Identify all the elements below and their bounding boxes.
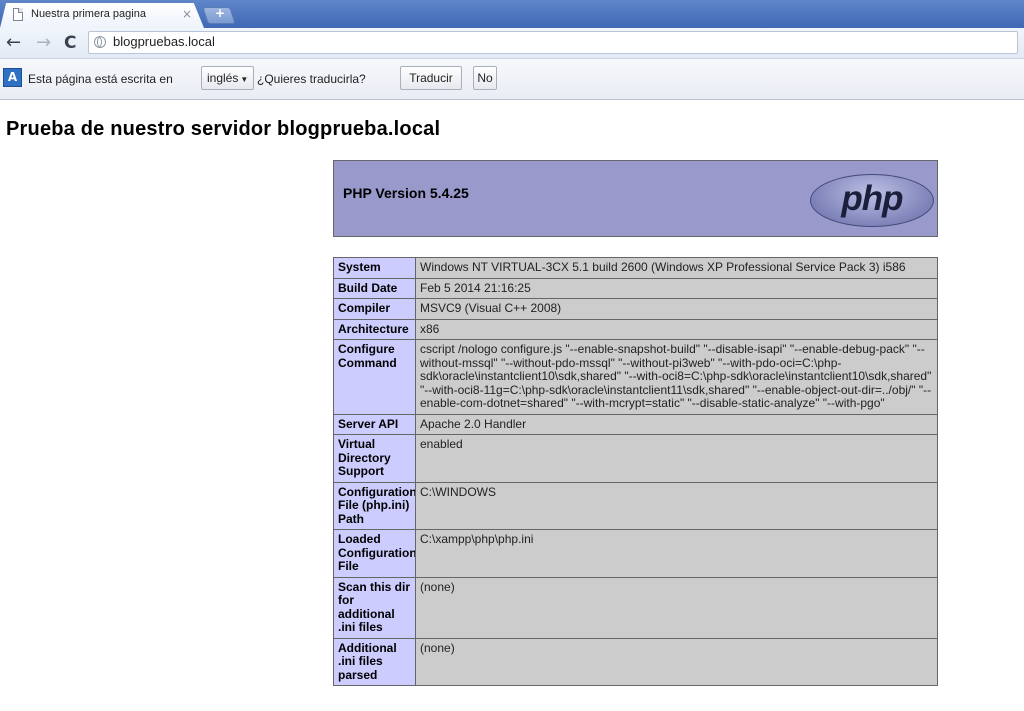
info-row: Additional .ini files parsed (none) — [333, 637, 938, 686]
info-value: (none) — [415, 576, 938, 639]
info-value: (none) — [415, 637, 938, 686]
info-value: Windows NT VIRTUAL-3CX 5.1 build 2600 (W… — [415, 257, 938, 279]
info-row: Build Date Feb 5 2014 21:16:25 — [333, 277, 938, 299]
info-key: Additional .ini files parsed — [333, 637, 416, 686]
info-key: Scan this dir for additional .ini files — [333, 576, 416, 639]
info-key: Configuration File (php.ini) Path — [333, 481, 416, 530]
info-row: Loaded Configuration File C:\xampp\php\ph… — [333, 529, 938, 578]
plus-icon: + — [214, 6, 226, 20]
info-value: Feb 5 2014 21:16:25 — [415, 277, 938, 299]
infobar-message: Esta página está escrita en — [28, 72, 173, 86]
info-key: Virtual Directory Support — [333, 434, 416, 483]
close-icon[interactable]: × — [182, 7, 192, 21]
info-value: C:\xampp\php\php.ini — [415, 529, 938, 578]
page-icon — [13, 8, 23, 21]
php-version-header: PHP Version 5.4.25 php — [333, 160, 938, 237]
info-key: System — [333, 257, 416, 279]
tab-active[interactable]: Nuestra primera pagina × — [0, 3, 204, 28]
tab-title: Nuestra primera pagina — [31, 8, 146, 20]
info-value: MSVC9 (Visual C++ 2008) — [415, 298, 938, 320]
info-row: Configuration File (php.ini) Path C:\WIND… — [333, 481, 938, 530]
info-value: C:\WINDOWS — [415, 481, 938, 530]
info-value: x86 — [415, 318, 938, 340]
info-row: Architecture x86 — [333, 318, 938, 340]
reload-icon[interactable]: C — [64, 32, 76, 54]
php-info-table: System Windows NT VIRTUAL-3CX 5.1 build 2… — [333, 257, 938, 686]
info-key: Compiler — [333, 298, 416, 320]
forward-arrow-icon[interactable]: → — [36, 32, 51, 54]
info-key: Build Date — [333, 277, 416, 299]
info-key: Architecture — [333, 318, 416, 340]
info-row: Configure Command cscript /nologo configu… — [333, 339, 938, 415]
php-info-body: System Windows NT VIRTUAL-3CX 5.1 build 2… — [333, 257, 938, 686]
translate-infobar: A Esta página está escrita en inglés ▼ ¿Q… — [0, 59, 1024, 100]
address-bar[interactable]: blogpruebas.local — [88, 31, 1018, 54]
language-select[interactable]: inglés ▼ — [201, 66, 254, 90]
back-arrow-icon[interactable]: ← — [6, 32, 21, 54]
translate-icon: A — [1, 66, 22, 87]
no-button[interactable]: No — [473, 66, 497, 90]
info-key: Server API — [333, 413, 416, 435]
browser-toolbar: ← → C blogpruebas.local — [0, 28, 1024, 59]
info-value: cscript /nologo configure.js "--enable-s… — [415, 339, 938, 415]
info-row: Scan this dir for additional .ini files(… — [333, 576, 938, 639]
globe-icon — [94, 36, 106, 48]
language-select-value: inglés — [207, 71, 239, 85]
info-key: Configure Command — [333, 339, 416, 415]
info-value: enabled — [415, 434, 938, 483]
tab-strip: Nuestra primera pagina × + — [0, 0, 1024, 28]
info-key: Loaded Configuration File — [333, 529, 416, 578]
translate-button[interactable]: Traducir — [400, 66, 462, 90]
info-row: Compiler MSVC9 (Visual C++ 2008) — [333, 298, 938, 320]
php-logo[interactable]: php — [810, 174, 934, 227]
url-text[interactable]: blogpruebas.local — [113, 34, 215, 49]
info-row: Virtual Directory Support enabled — [333, 434, 938, 483]
php-version-title: PHP Version 5.4.25 — [343, 185, 469, 201]
info-row: System Windows NT VIRTUAL-3CX 5.1 build 2… — [333, 257, 938, 279]
info-value: Apache 2.0 Handler — [415, 413, 938, 435]
infobar-question: ¿Quieres traducirla? — [257, 72, 366, 86]
caret-down-icon: ▼ — [240, 75, 249, 84]
info-row: Server API Apache 2.0 Handler — [333, 413, 938, 435]
page-heading: Prueba de nuestro servidor blogprueba.lo… — [6, 118, 441, 140]
